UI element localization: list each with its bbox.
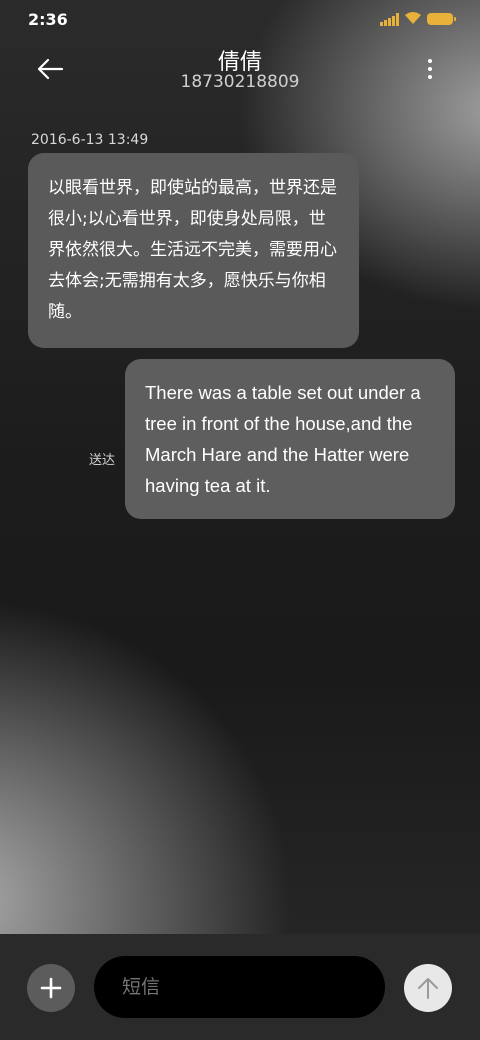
signal-icon <box>380 13 400 26</box>
message-timestamp: 2016-6-13 13:49 <box>31 132 149 148</box>
arrow-up-icon <box>418 978 438 999</box>
message-input[interactable] <box>94 956 385 1018</box>
delivery-status: 送达 <box>89 453 116 468</box>
outgoing-message-bubble[interactable]: There was a table set out under a tree i… <box>125 359 455 519</box>
send-button[interactable] <box>404 964 452 1012</box>
incoming-message-bubble[interactable]: 以眼看世界，即使站的最高，世界还是很小;以心看世界，即使身处局限，世界依然很大。… <box>28 153 359 348</box>
more-options-icon[interactable] <box>418 56 442 82</box>
wifi-icon <box>405 12 421 24</box>
composer-bar <box>0 934 480 1040</box>
status-time: 2:36 <box>28 10 68 29</box>
conversation-header: 倩倩 18730218809 <box>0 40 480 110</box>
status-bar: 2:36 <box>0 0 480 40</box>
contact-phone-number: 18730218809 <box>180 72 300 92</box>
battery-icon <box>427 13 456 25</box>
add-attachment-button[interactable] <box>27 964 75 1012</box>
plus-icon <box>40 977 62 999</box>
